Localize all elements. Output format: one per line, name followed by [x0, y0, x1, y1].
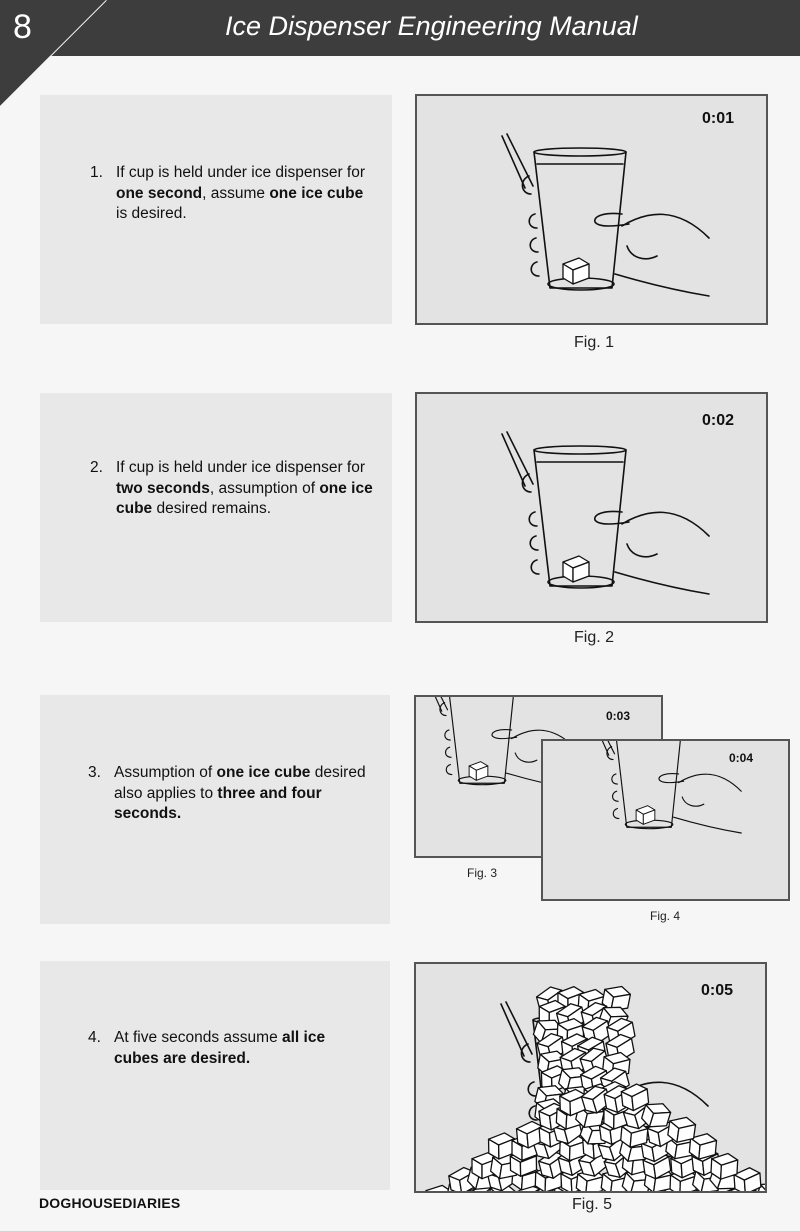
- step-body: At five seconds assume all ice cubes are…: [114, 1029, 326, 1067]
- figure-5-panel: 0:05: [414, 962, 767, 1193]
- figure-caption: Fig. 5: [572, 1196, 613, 1213]
- page-title: Ice Dispenser Engineering Manual: [225, 11, 638, 41]
- step-1-text: 1. If cup is held under ice dispenser for…: [90, 163, 375, 225]
- page-number: 8: [13, 8, 32, 46]
- step-number: 4.: [88, 1029, 101, 1046]
- step-2-text: 2. If cup is held under ice dispenser for…: [90, 458, 375, 520]
- figure-1-panel: 0:01: [415, 94, 768, 325]
- cup-one-cube-illustration: [417, 96, 768, 325]
- step-4-text: 4. At five seconds assume all ice cubes a…: [88, 1028, 373, 1069]
- timer-label: 0:01: [701, 110, 734, 127]
- timer-label: 0:04: [729, 751, 754, 765]
- step-number: 1.: [90, 164, 103, 181]
- step-body: If cup is held under ice dispenser for o…: [116, 164, 365, 222]
- step-number: 2.: [90, 459, 103, 476]
- cup-one-cube-illustration: [543, 741, 790, 901]
- step-4-box: [40, 961, 390, 1190]
- footer-credit: DOGHOUSEDIARIES: [39, 1195, 181, 1211]
- figure-caption: Fig. 2: [574, 629, 615, 646]
- step-body: If cup is held under ice dispenser for t…: [116, 459, 373, 517]
- timer-label: 0:03: [606, 709, 631, 723]
- step-3-text: 3. Assumption of one ice cube desired als…: [88, 763, 373, 825]
- figure-caption: Fig. 3: [467, 866, 498, 880]
- timer-label: 0:02: [701, 412, 734, 429]
- figure-2-panel: 0:02: [415, 392, 768, 623]
- timer-label: 0:05: [700, 982, 733, 999]
- step-body: Assumption of one ice cube desired also …: [114, 764, 366, 822]
- figure-4-panel: 0:04: [541, 739, 790, 901]
- figure-caption: Fig. 4: [650, 909, 681, 923]
- step-number: 3.: [88, 764, 101, 781]
- figure-caption: Fig. 1: [574, 334, 615, 351]
